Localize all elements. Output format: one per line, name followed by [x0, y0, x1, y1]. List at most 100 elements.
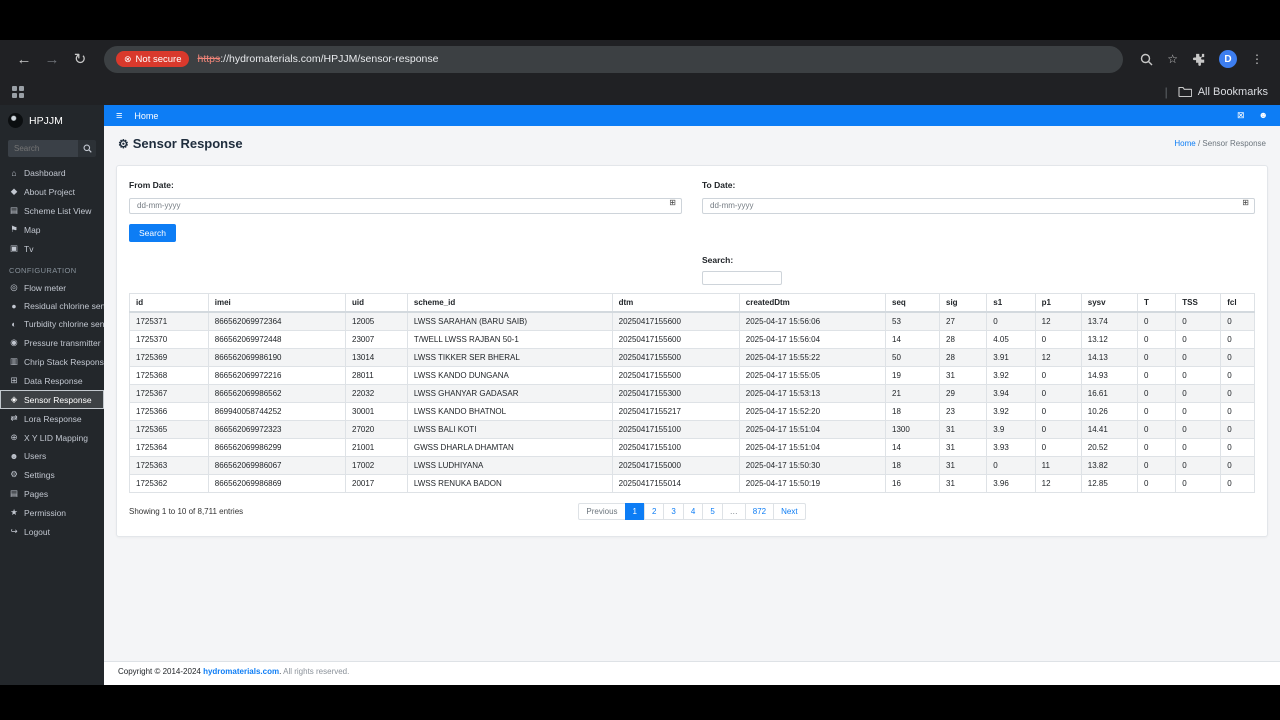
address-bar[interactable]: ⊗ Not secure https://hydromaterials.com/… [104, 45, 1124, 73]
content-card: From Date: ⊞ Search To Date: ⊞ [116, 165, 1268, 537]
sidebar-search-button[interactable] [78, 140, 96, 157]
back-icon[interactable]: ← [10, 52, 38, 67]
zoom-icon[interactable] [1140, 53, 1153, 66]
sidebar-item-flow-meter[interactable]: ◎ Flow meter [0, 278, 104, 297]
sidebar-item-logout[interactable]: ↪ Logout [0, 522, 104, 541]
sidebar-item-label: Users [24, 451, 47, 461]
data-response-icon: ⊞ [10, 375, 18, 385]
reload-icon[interactable]: ↻ [66, 52, 94, 67]
sidebar-item-turbidity-chlorine-sensor[interactable]: ◐ Turbidity chlorine sensor [0, 315, 104, 333]
sidebar-item-x-y-lid-mapping[interactable]: ⊕ X Y LID Mapping [0, 428, 104, 447]
extensions-icon[interactable] [1192, 53, 1205, 66]
table-cell: 869940058744252 [207, 401, 347, 421]
table-cell: 0 [1175, 437, 1222, 457]
table-cell: 20250417155100 [611, 437, 740, 457]
search-button[interactable]: Search [129, 223, 176, 242]
table-row: 1725365 866562069972323 27020 LWSS BALI KOT… [129, 419, 1255, 439]
sidebar-item-residual-chlorine-sensor[interactable]: ● Residual chlorine sensor [0, 297, 104, 315]
calendar-icon[interactable]: ⊞ [1242, 198, 1249, 207]
pagination-page-2[interactable]: 2 [643, 502, 665, 520]
apps-grid-icon[interactable] [12, 85, 24, 98]
sidebar-item-settings[interactable]: ⚙ Settings [0, 465, 104, 484]
pagination-page-4[interactable]: 4 [682, 502, 704, 520]
sidebar-item-dashboard[interactable]: ⌂ Dashboard [0, 164, 104, 182]
brand[interactable]: HPJJM [0, 105, 104, 134]
from-date-field: From Date: ⊞ Search [129, 180, 682, 242]
table-cell: LWSS SARAHAN (BARU SAIB) [406, 311, 613, 331]
sidebar-item-users[interactable]: ☻ Users [0, 447, 104, 465]
table-cell: 3.93 [986, 437, 1036, 457]
sidebar-item-pages[interactable]: ▤ Pages [0, 484, 104, 503]
profile-avatar[interactable]: D [1219, 50, 1237, 68]
table-cell: 0 [1220, 347, 1255, 367]
pagination-page-5[interactable]: 5 [702, 502, 723, 520]
column-header-seq[interactable]: seq [885, 292, 940, 313]
table-cell: 31 [938, 455, 988, 475]
sidebar-item-scheme-list-view[interactable]: ▤ Scheme List View [0, 201, 104, 220]
pagination-page-1[interactable]: 1 [624, 502, 645, 520]
sidebar-item-pressure-transmitter[interactable]: ◉ Pressure transmitter [0, 333, 104, 352]
pagination-page-872[interactable]: 872 [744, 502, 775, 520]
column-header-uid[interactable]: uid [345, 292, 408, 313]
sidebar: HPJJM ⌂ Dashboard ◆ About Project ▤ Scheme Li… [0, 105, 104, 685]
table-cell: 866562069986190 [207, 347, 347, 367]
column-header-createddtm[interactable]: createdDtm [738, 292, 887, 313]
table-cell: 0 [1136, 419, 1177, 439]
pagination-previous[interactable]: Previous [578, 502, 626, 520]
table-search-input[interactable] [702, 271, 782, 285]
forward-icon[interactable]: → [38, 52, 66, 67]
date-filter-form: From Date: ⊞ Search To Date: ⊞ [129, 180, 1255, 242]
sidebar-item-lora-response[interactable]: ⇄ Lora Response [0, 409, 104, 428]
pagination-page-3[interactable]: 3 [663, 502, 684, 520]
table-row: 1725368 866562069972216 28011 LWSS KANDO DU… [129, 365, 1255, 385]
table-cell: 16.61 [1080, 383, 1139, 403]
column-header-dtm[interactable]: dtm [611, 292, 740, 313]
sidebar-item-tv[interactable]: ▣ Tv [0, 239, 104, 258]
column-header-id[interactable]: id [129, 292, 209, 313]
table-cell: 0 [1175, 455, 1222, 475]
table-row: 1725367 866562069986562 22032 LWSS GHANYAR … [129, 383, 1255, 403]
table-cell: 1725368 [129, 365, 209, 385]
column-header-sig[interactable]: sig [938, 292, 988, 313]
column-header-sysv[interactable]: sysv [1080, 292, 1139, 313]
user-icon[interactable]: ☻ [1259, 110, 1268, 121]
footer-site-link[interactable]: hydromaterials.com [203, 667, 279, 676]
column-header-fcl[interactable]: fcl [1220, 292, 1255, 313]
column-header-imei[interactable]: imei [207, 292, 347, 313]
browser-menu-icon[interactable]: ⋮ [1251, 53, 1263, 65]
pagination-next[interactable]: Next [773, 502, 806, 520]
pagination-ellipsis: … [721, 502, 746, 520]
sidebar-item-permission[interactable]: ★ Permission [0, 503, 104, 522]
sidebar-item-label: Chrip Stack Response [24, 356, 104, 367]
table-cell: 0 [1175, 365, 1222, 385]
column-header-p1[interactable]: p1 [1034, 292, 1082, 313]
sidebar-item-label: Scheme List View [24, 205, 92, 216]
table-cell: 14.93 [1080, 365, 1139, 385]
all-bookmarks-button[interactable]: All Bookmarks [1178, 86, 1268, 98]
fullscreen-icon[interactable]: ⊠ [1237, 110, 1245, 121]
table-cell: 20250417155500 [611, 365, 740, 385]
not-secure-badge[interactable]: ⊗ Not secure [116, 51, 190, 67]
app-window: HPJJM ⌂ Dashboard ◆ About Project ▤ Scheme Li… [0, 105, 1280, 685]
sidebar-item-about-project[interactable]: ◆ About Project [0, 182, 104, 201]
sidebar-item-chrip-stack-response[interactable]: ▥ Chrip Stack Response [0, 352, 104, 371]
sidebar-item-sensor-response[interactable]: ◈ Sensor Response [0, 390, 104, 409]
bookmark-star-icon[interactable]: ☆ [1167, 53, 1178, 65]
from-date-input[interactable] [129, 197, 682, 214]
breadcrumb-home-link[interactable]: Home [1174, 139, 1195, 148]
table-cell: 20250417155600 [611, 329, 740, 349]
sidebar-item-data-response[interactable]: ⊞ Data Response [0, 371, 104, 390]
table-cell: 14 [885, 437, 940, 457]
sidebar-item-map[interactable]: ⚑ Map [0, 220, 104, 239]
hamburger-icon[interactable]: ≡ [116, 110, 122, 122]
column-header-t[interactable]: T [1136, 292, 1177, 313]
column-header-s1[interactable]: s1 [986, 292, 1036, 313]
calendar-icon[interactable]: ⊞ [669, 198, 676, 207]
table-cell: 3.91 [986, 347, 1036, 367]
to-date-input[interactable] [702, 197, 1255, 214]
column-header-scheme-id[interactable]: scheme_id [406, 292, 613, 313]
url-scheme: https [197, 53, 221, 65]
column-header-tss[interactable]: TSS [1175, 292, 1222, 313]
sidebar-search-input[interactable] [8, 140, 78, 157]
topnav-home-link[interactable]: Home [134, 111, 158, 121]
